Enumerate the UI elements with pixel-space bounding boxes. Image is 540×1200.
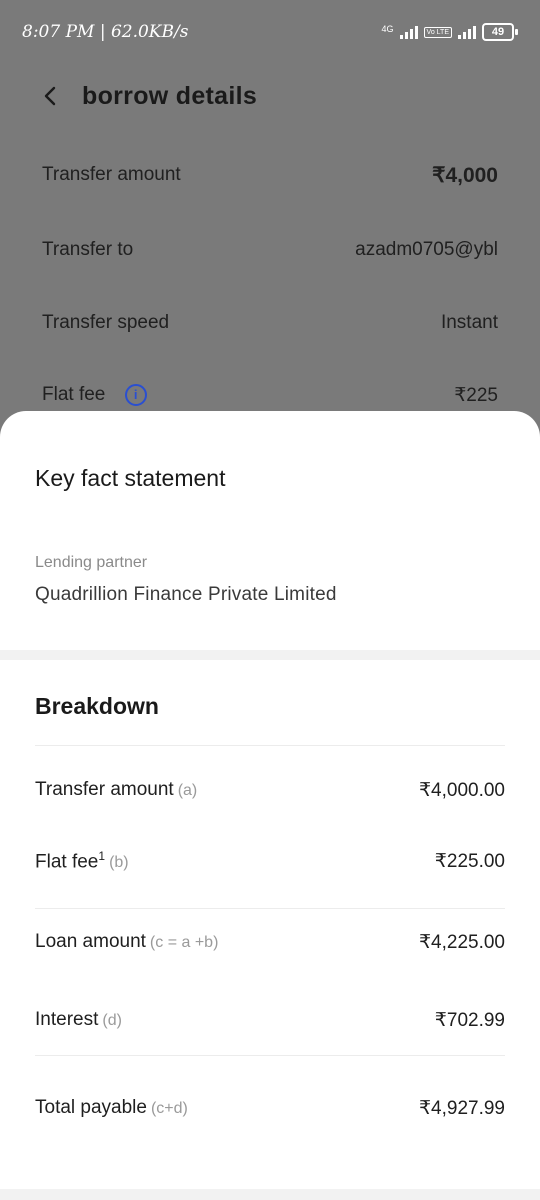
flat-fee-label-wrap: Flat fee i bbox=[42, 383, 147, 406]
breakdown-row-total-payable: Total payable (c+d) ₹4,927.99 bbox=[35, 1093, 505, 1123]
volte-icon: Vo LTE bbox=[423, 26, 452, 38]
flat-fee-row: Flat fee i ₹225 bbox=[42, 380, 498, 410]
status-icons: 4G Vo LTE 49 bbox=[382, 23, 518, 41]
divider bbox=[35, 908, 505, 909]
row-hint: (b) bbox=[109, 854, 129, 872]
breakdown-label: Interest (d) bbox=[35, 1009, 122, 1031]
transfer-amount-row: Transfer amount ₹4,000 bbox=[42, 160, 498, 190]
breakdown-row-interest: Interest (d) ₹702.99 bbox=[35, 1005, 505, 1035]
breakdown-row-flat-fee: Flat fee1 (b) ₹225.00 bbox=[35, 846, 505, 876]
row-label: Loan amount bbox=[35, 931, 146, 952]
status-bar: 8:07 PM | 62.0KB/s 4G Vo LTE 49 bbox=[0, 0, 540, 64]
row-label: Transfer amount bbox=[35, 779, 174, 800]
breakdown-label: Flat fee1 (b) bbox=[35, 849, 129, 873]
status-time-speed: 8:07 PM | 62.0KB/s bbox=[22, 22, 189, 42]
row-label: Flat fee bbox=[35, 851, 99, 873]
back-arrow-icon[interactable] bbox=[36, 82, 64, 110]
row-hint: (c+d) bbox=[150, 1100, 188, 1117]
breakdown-label: Transfer amount (a) bbox=[35, 779, 197, 801]
battery-level: 49 bbox=[482, 23, 514, 41]
header: borrow details bbox=[0, 70, 540, 122]
lending-partner-label: Lending partner bbox=[35, 554, 148, 571]
breakdown-label: Loan amount (c = a +b) bbox=[35, 931, 218, 953]
breakdown-value: ₹4,927.99 bbox=[418, 1097, 505, 1119]
transfer-speed-label: Transfer speed bbox=[42, 312, 170, 333]
bottom-divider bbox=[0, 1189, 540, 1200]
transfer-speed-row: Transfer speed Instant bbox=[42, 308, 498, 338]
row-hint: (c = a +b) bbox=[149, 934, 219, 951]
row-label: Total payable bbox=[35, 1097, 147, 1118]
network-type-label: 4G bbox=[381, 23, 394, 34]
breakdown-row-transfer-amount: Transfer amount (a) ₹4,000.00 bbox=[35, 775, 505, 805]
transfer-amount-label: Transfer amount bbox=[42, 164, 181, 185]
transfer-to-label: Transfer to bbox=[42, 239, 134, 260]
transfer-speed-value: Instant bbox=[440, 312, 498, 333]
transfer-amount-value: ₹4,000 bbox=[432, 163, 498, 187]
page-title: borrow details bbox=[82, 81, 258, 110]
flat-fee-label: Flat fee bbox=[42, 384, 106, 405]
divider bbox=[35, 745, 505, 746]
divider bbox=[35, 1055, 505, 1056]
signal-icon bbox=[399, 25, 418, 39]
sheet-title: Key fact statement bbox=[35, 465, 226, 491]
key-fact-sheet: Key fact statement Lending partner Quadr… bbox=[0, 411, 540, 1200]
breakdown-value: ₹4,000.00 bbox=[418, 779, 505, 801]
breakdown-value: ₹702.99 bbox=[434, 1009, 505, 1031]
info-icon[interactable]: i bbox=[124, 383, 147, 406]
section-divider bbox=[0, 650, 540, 660]
row-hint: (d) bbox=[102, 1012, 122, 1029]
transfer-to-row: Transfer to azadm0705@ybl bbox=[42, 235, 498, 265]
breakdown-title: Breakdown bbox=[35, 693, 159, 719]
signal-icon-2 bbox=[458, 25, 476, 39]
row-hint: (a) bbox=[177, 782, 198, 799]
battery-icon: 49 bbox=[482, 23, 518, 41]
transfer-to-value: azadm0705@ybl bbox=[355, 239, 498, 260]
row-label: Interest bbox=[35, 1009, 99, 1030]
breakdown-label: Total payable (c+d) bbox=[35, 1097, 188, 1119]
lending-partner-name: Quadrillion Finance Private Limited bbox=[35, 584, 337, 605]
breakdown-value: ₹225.00 bbox=[434, 850, 505, 872]
breakdown-row-loan-amount: Loan amount (c = a +b) ₹4,225.00 bbox=[35, 927, 505, 957]
footnote-marker: 1 bbox=[98, 848, 106, 863]
breakdown-value: ₹4,225.00 bbox=[418, 931, 505, 953]
flat-fee-value: ₹225 bbox=[454, 384, 498, 406]
